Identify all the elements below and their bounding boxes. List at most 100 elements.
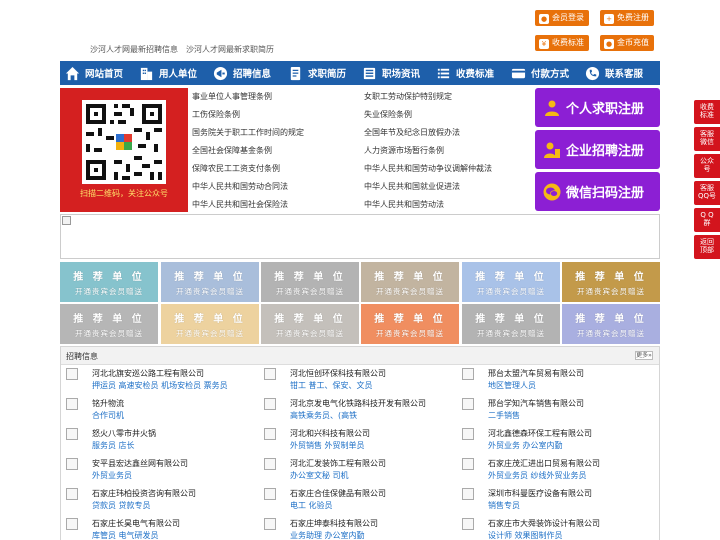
recommended-employer-ad[interactable]: 推 荐 单 位开通贵宾会员赠送 <box>361 304 459 344</box>
law-link[interactable]: 中华人民共和国社会保险法 <box>192 199 288 210</box>
job-positions[interactable]: 外贸业务 办公室内勤 <box>488 440 563 451</box>
company-name[interactable]: 石家庄市大舜装饰设计有限公司 <box>488 518 600 529</box>
company-logo[interactable] <box>462 368 474 380</box>
law-link[interactable]: 全国年节及纪念日放假办法 <box>364 127 460 138</box>
nav-employers[interactable]: 用人单位 <box>134 66 208 81</box>
law-link[interactable]: 中华人民共和国劳动法 <box>364 199 444 210</box>
law-link[interactable]: 保障农民工工资支付条例 <box>192 163 280 174</box>
fee-button[interactable]: ¥ 收费标准 <box>535 35 589 51</box>
job-positions[interactable]: 服务员 店长 <box>92 440 135 451</box>
job-positions[interactable]: 高铁乘务员、(高铁 <box>290 410 357 421</box>
recommended-employer-ad[interactable]: 推 荐 单 位开通贵宾会员赠送 <box>462 262 560 302</box>
company-name[interactable]: 石家庄坤泰科技有限公司 <box>290 518 378 529</box>
recommended-employer-ad[interactable]: 推 荐 单 位开通贵宾会员赠送 <box>261 262 359 302</box>
job-positions[interactable]: 地区管理人员 <box>488 380 536 391</box>
side-qq-button[interactable]: 客服 QQ号 <box>694 181 720 205</box>
job-positions[interactable]: 押运员 高速安检员 机场安检员 票务员 <box>92 380 228 391</box>
side-official-account-button[interactable]: 公众 号 <box>694 154 720 178</box>
law-link[interactable]: 工伤保险条例 <box>192 109 240 120</box>
recommended-employer-ad[interactable]: 推 荐 单 位开通贵宾会员赠送 <box>60 304 158 344</box>
recommended-employer-ad[interactable]: 推 荐 单 位开通贵宾会员赠送 <box>462 304 560 344</box>
company-logo[interactable] <box>264 368 276 380</box>
recommended-employer-ad[interactable]: 推 荐 单 位开通贵宾会员赠送 <box>261 304 359 344</box>
company-name[interactable]: 邢台学知汽车销售有限公司 <box>488 398 584 409</box>
recharge-button[interactable]: ● 金币充值 <box>600 35 654 51</box>
company-name[interactable]: 安平县宏达鑫丝网有限公司 <box>92 458 188 469</box>
recommended-employer-ad[interactable]: 推 荐 单 位开通贵宾会员赠送 <box>562 262 660 302</box>
company-name[interactable]: 河北京发电气化铁路科技开发有限公司 <box>290 398 426 409</box>
nav-news[interactable]: 职场资讯 <box>357 66 431 81</box>
job-positions[interactable]: 销售专员 <box>488 500 520 511</box>
recommended-employer-ad[interactable]: 推 荐 单 位开通贵宾会员赠送 <box>161 262 259 302</box>
law-link[interactable]: 失业保险条例 <box>364 109 412 120</box>
job-positions[interactable]: 外贸销售 外贸制单员 <box>290 440 365 451</box>
company-name[interactable]: 河北汇发装饰工程有限公司 <box>290 458 386 469</box>
job-positions[interactable]: 外贸业务员 纱线外贸业务员 <box>488 470 587 481</box>
company-name[interactable]: 河北和兴科技有限公司 <box>290 428 370 439</box>
company-logo[interactable] <box>66 518 78 530</box>
side-wechat-button[interactable]: 客服 微信 <box>694 127 720 151</box>
company-logo[interactable] <box>264 428 276 440</box>
company-logo[interactable] <box>462 518 474 530</box>
login-button[interactable]: ● 会员登录 <box>535 10 589 26</box>
company-name[interactable]: 怒火八零市井火锅 <box>92 428 156 439</box>
company-logo[interactable] <box>264 458 276 470</box>
law-link[interactable]: 全国社会保障基金条例 <box>192 145 272 156</box>
law-link[interactable]: 中华人民共和国劳动争议调解仲裁法 <box>364 163 492 174</box>
job-positions[interactable]: 库管员 电气研发员 <box>92 530 159 540</box>
company-name[interactable]: 深圳市科曼医疗设备有限公司 <box>488 488 592 499</box>
company-logo[interactable] <box>462 428 474 440</box>
law-link[interactable]: 人力资源市场暂行条例 <box>364 145 444 156</box>
law-link[interactable]: 中华人民共和国劳动合同法 <box>192 181 288 192</box>
job-positions[interactable]: 电工 化验员 <box>290 500 333 511</box>
company-name[interactable]: 河北恒创环保科技有限公司 <box>290 368 386 379</box>
nav-payment[interactable]: 付款方式 <box>506 66 580 81</box>
company-logo[interactable] <box>264 398 276 410</box>
company-logo[interactable] <box>66 368 78 380</box>
company-name[interactable]: 邢台太盟汽车贸易有限公司 <box>488 368 584 379</box>
law-link[interactable]: 女职工劳动保护特别规定 <box>364 91 452 102</box>
job-positions[interactable]: 外贸业务员 <box>92 470 132 481</box>
nav-support[interactable]: 联系客服 <box>580 66 654 81</box>
company-name[interactable]: 石家庄合佳保健品有限公司 <box>290 488 386 499</box>
wechat-register-button[interactable]: 微信扫码注册 <box>535 172 660 211</box>
nav-fees[interactable]: 收费标准 <box>431 66 506 81</box>
recommended-employer-ad[interactable]: 推 荐 单 位开通贵宾会员赠送 <box>161 304 259 344</box>
personal-register-button[interactable]: 个人求职注册 <box>535 88 660 127</box>
job-positions[interactable]: 业务助理 办公室内勤 <box>290 530 365 540</box>
company-register-button[interactable]: 企业招聘注册 <box>535 130 660 169</box>
register-button[interactable]: + 免费注册 <box>600 10 654 26</box>
law-link[interactable]: 国务院关于职工工作时间的规定 <box>192 127 304 138</box>
side-qq-group-button[interactable]: Q Q 群 <box>694 208 720 232</box>
company-logo[interactable] <box>462 488 474 500</box>
recommended-employer-ad[interactable]: 推 荐 单 位开通贵宾会员赠送 <box>60 262 158 302</box>
nav-resumes[interactable]: 求职简历 <box>283 66 357 81</box>
nav-jobs[interactable]: 招聘信息 <box>208 66 283 81</box>
company-name[interactable]: 石家庄玮柏投资咨询有限公司 <box>92 488 196 499</box>
company-name[interactable]: 铭升物流 <box>92 398 124 409</box>
company-name[interactable]: 石家庄长昊电气有限公司 <box>92 518 180 529</box>
latest-resumes-link[interactable]: 沙河人才网最新求职简历 <box>186 45 274 54</box>
nav-home[interactable]: 网站首页 <box>60 66 134 81</box>
company-logo[interactable] <box>264 518 276 530</box>
recommended-employer-ad[interactable]: 推 荐 单 位开通贵宾会员赠送 <box>361 262 459 302</box>
company-name[interactable]: 河北北旗安巡公路工程有限公司 <box>92 368 204 379</box>
job-positions[interactable]: 钳工 普工、保安、文员 <box>290 380 373 391</box>
company-name[interactable]: 河北鑫德森环保工程有限公司 <box>488 428 592 439</box>
company-name[interactable]: 石家庄茂汇进出口贸易有限公司 <box>488 458 600 469</box>
latest-jobs-link[interactable]: 沙河人才网最新招聘信息 <box>90 45 178 54</box>
banner-ad[interactable] <box>60 214 660 259</box>
company-logo[interactable] <box>264 488 276 500</box>
law-link[interactable]: 事业单位人事管理条例 <box>192 91 272 102</box>
company-logo[interactable] <box>66 398 78 410</box>
company-logo[interactable] <box>66 428 78 440</box>
recommended-employer-ad[interactable]: 推 荐 单 位开通贵宾会员赠送 <box>562 304 660 344</box>
job-positions[interactable]: 贷款员 贷款专员 <box>92 500 151 511</box>
company-logo[interactable] <box>66 488 78 500</box>
job-positions[interactable]: 合作司机 <box>92 410 124 421</box>
back-to-top-button[interactable]: 返回 顶部 <box>694 235 720 259</box>
job-positions[interactable]: 二手销售 <box>488 410 520 421</box>
company-logo[interactable] <box>462 458 474 470</box>
more-button[interactable]: 更多» <box>635 351 653 360</box>
job-positions[interactable]: 设计师 效果图制作员 <box>488 530 563 540</box>
